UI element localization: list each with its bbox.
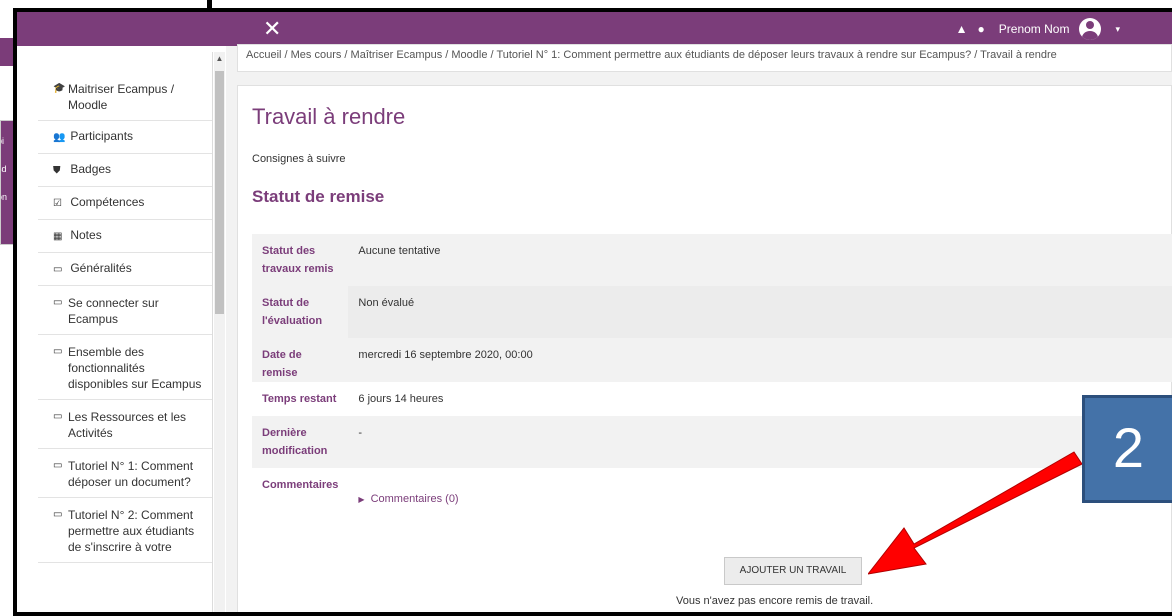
sidebar-item-ressources[interactable]: ▭ Les Ressources et les Activités: [38, 400, 212, 449]
folder-icon: ▭: [53, 297, 63, 308]
sidebar-item-label: Participants: [70, 129, 134, 143]
frame-notch: [207, 0, 212, 8]
message-bubble-icon[interactable]: ●: [978, 22, 985, 36]
sidebar-item-label: Tutoriel N° 1: Comment déposer un docume…: [68, 459, 194, 489]
submission-note: Vous n'avez pas encore remis de travail.: [676, 595, 874, 607]
sidebar-item-notes[interactable]: ▦ Notes: [38, 220, 212, 253]
folder-icon: ▭: [53, 264, 63, 275]
sidebar-item-label: Généralités: [70, 261, 132, 275]
sidebar-item-tutoriel-1[interactable]: ▭ Tutoriel N° 1: Comment déposer un docu…: [38, 449, 212, 498]
row-label: Dernière modification: [262, 427, 328, 457]
folder-icon: ▭: [53, 346, 63, 357]
section-title: Statut de remise: [252, 187, 385, 206]
scroll-up-icon[interactable]: ▲: [214, 54, 225, 63]
folder-icon: ▭: [53, 460, 63, 471]
row-label: Date de remise: [262, 349, 302, 379]
add-submission-button[interactable]: AJOUTER UN TRAVAIL: [724, 557, 862, 585]
comments-link-label: Commentaires (0): [370, 493, 459, 505]
instructions-text: Consignes à suivre: [252, 153, 346, 165]
row-label: Temps restant: [262, 393, 337, 405]
folder-icon: ▭: [53, 509, 63, 520]
sidebar-item-competences[interactable]: ☑ Compétences: [38, 187, 212, 220]
scrollbar-thumb[interactable]: [215, 71, 224, 314]
users-icon: 👥: [53, 132, 66, 143]
chevron-down-icon[interactable]: ▾: [1115, 24, 1120, 35]
shield-icon: ⛊: [53, 165, 61, 176]
step-number-badge: 2: [1082, 395, 1172, 503]
caret-right-icon: ▶: [358, 495, 365, 504]
sidebar-item-course-home[interactable]: 🎓 Maitriser Ecampus / Moodle: [38, 52, 212, 121]
table-row: Statut des travaux remis Aucune tentativ…: [252, 234, 1172, 286]
page-title: Travail à rendre: [252, 104, 406, 129]
sidebar-item-badges[interactable]: ⛊ Badges: [38, 154, 212, 187]
table-row: Date de remise mercredi 16 septembre 202…: [252, 338, 1172, 382]
sidebar-item-participants[interactable]: 👥 Participants: [38, 121, 212, 154]
sidebar-item-tutoriel-2[interactable]: ▭ Tutoriel N° 2: Comment permettre aux é…: [38, 498, 212, 563]
close-icon[interactable]: ✕: [263, 16, 281, 42]
sidebar-item-label: Se connecter sur Ecampus: [68, 296, 159, 326]
folder-icon: ▭: [53, 411, 63, 422]
row-value: Non évalué: [348, 286, 1172, 338]
sidebar-item-fonctionnalites[interactable]: ▭ Ensemble des fonctionnalités disponibl…: [38, 335, 212, 400]
row-label: Statut de l'évaluation: [262, 297, 323, 327]
red-arrow-icon: [868, 451, 1083, 575]
table-icon: ▦: [53, 231, 63, 242]
row-label: Statut des travaux remis: [262, 245, 334, 275]
row-value: Aucune tentative: [358, 245, 441, 257]
table-row: Temps restant 6 jours 14 heures: [252, 382, 1172, 416]
top-navbar: ✕ ▲ ● Prenom Nom ▾: [17, 12, 1172, 46]
user-avatar-icon[interactable]: [1079, 18, 1102, 40]
sidebar-item-label: Compétences: [70, 195, 145, 209]
sidebar-item-label: Les Ressources et les Activités: [68, 410, 187, 440]
sidebar-item-se-connecter[interactable]: ▭ Se connecter sur Ecampus: [38, 286, 212, 335]
sidebar-item-label: Badges: [70, 162, 112, 176]
user-name[interactable]: Prenom Nom: [999, 22, 1070, 36]
check-square-icon: ☑: [53, 198, 62, 209]
screenshot-page: pi sd on ✕ ▲ ● Prenom Nom ▾ Accueil / Me…: [0, 0, 1172, 616]
graduation-cap-icon: 🎓: [53, 83, 66, 94]
table-row: Statut de l'évaluation Non évalué: [252, 286, 1172, 338]
sidebar-item-label: Maitriser Ecampus / Moodle: [68, 82, 175, 112]
breadcrumb-text[interactable]: Accueil / Mes cours / Maîtriser Ecampus …: [246, 49, 1057, 61]
user-area: ▲ ● Prenom Nom ▾: [956, 18, 1120, 40]
sidebar-scrollbar[interactable]: ▲ ▼: [214, 52, 225, 612]
notification-bell-icon[interactable]: ▲: [956, 22, 968, 36]
sidebar-item-label: Ensemble des fonctionnalités disponibles…: [68, 345, 202, 391]
sidebar-item-label: Tutoriel N° 2: Comment permettre aux étu…: [68, 508, 195, 554]
sidebar-item-generalites[interactable]: ▭ Généralités: [38, 253, 212, 286]
course-sidebar: 🎓 Maitriser Ecampus / Moodle 👥 Participa…: [38, 52, 213, 612]
sidebar-item-label: Notes: [70, 228, 102, 242]
row-value: 6 jours 14 heures: [358, 393, 444, 405]
row-label: Commentaires: [262, 479, 339, 491]
scroll-down-icon[interactable]: ▼: [214, 611, 225, 612]
row-value: mercredi 16 septembre 2020, 00:00: [358, 349, 533, 361]
comments-toggle[interactable]: ▶ Commentaires (0): [358, 476, 458, 509]
breadcrumb: Accueil / Mes cours / Maîtriser Ecampus …: [237, 44, 1172, 72]
